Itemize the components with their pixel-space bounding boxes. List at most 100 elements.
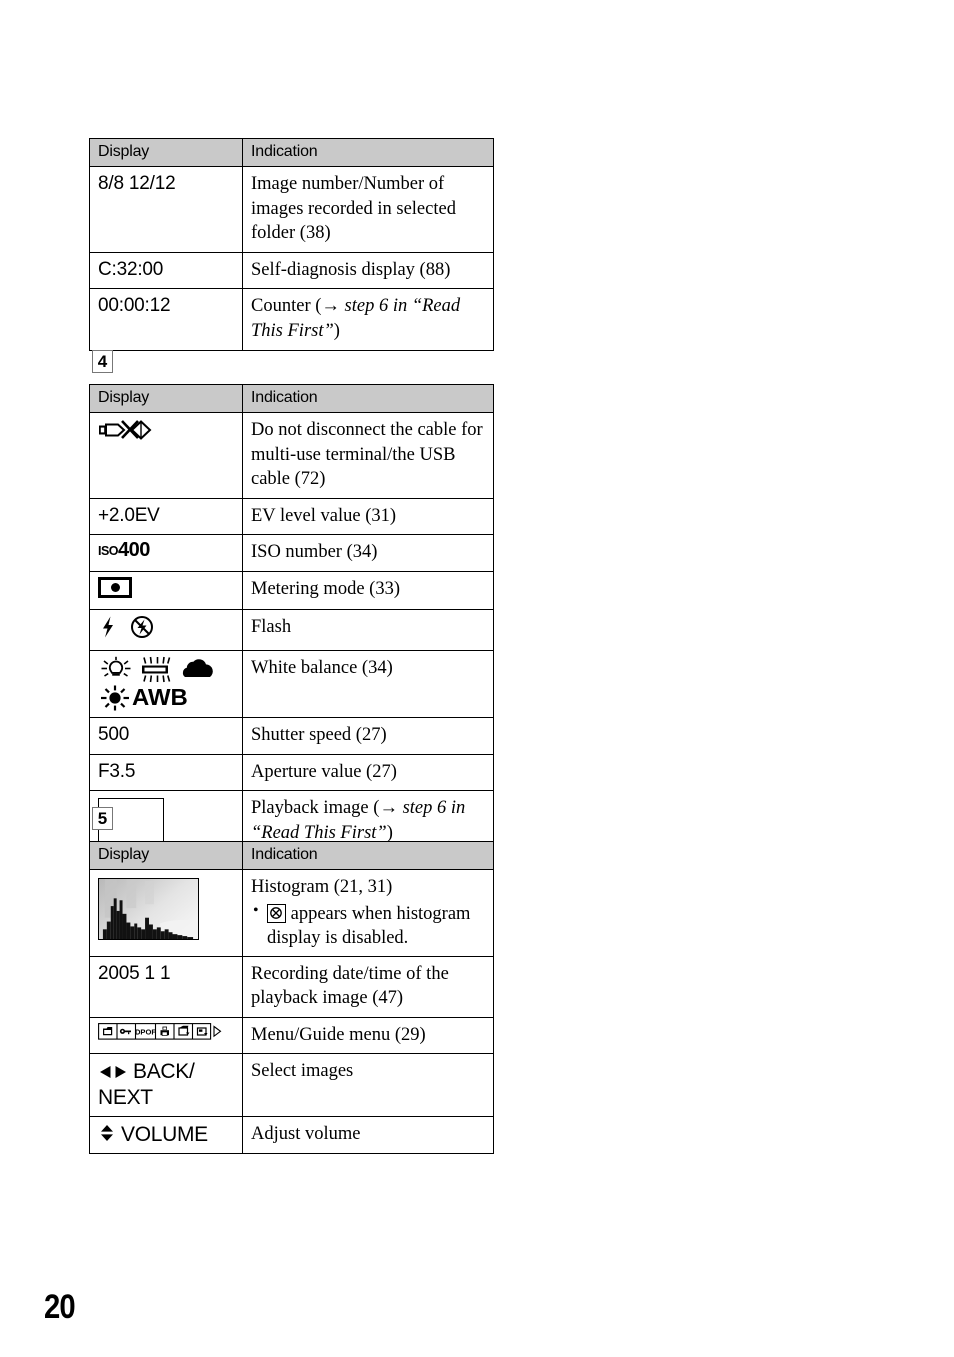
indication-shutter-speed: Shutter speed (27) bbox=[242, 716, 494, 755]
table-row: Flash bbox=[89, 608, 494, 651]
flash-icons bbox=[103, 615, 153, 638]
display-value-counter: 00:00:12 bbox=[89, 288, 243, 351]
table-row: 2005 1 1 Recording date/time of the play… bbox=[89, 955, 494, 1018]
display-value-recording-date: 2005 1 1 bbox=[89, 955, 243, 1018]
display-value-self-diagnosis: C:32:00 bbox=[89, 251, 243, 290]
table-row: AWB White balance (34) bbox=[89, 649, 494, 718]
indication-menu-guide: Menu/Guide menu (29) bbox=[242, 1016, 494, 1055]
flash-on-icon bbox=[103, 616, 113, 638]
iso-value-label: 400 bbox=[118, 539, 150, 562]
histogram-disabled-icon bbox=[267, 903, 286, 923]
table-row: BACK/ NEXT Select images bbox=[89, 1053, 494, 1117]
table-row: VOLUME Adjust volume bbox=[89, 1115, 494, 1155]
fluorescent-icon bbox=[142, 656, 171, 683]
column-header-display: Display bbox=[89, 384, 243, 413]
indication-counter-post: ) bbox=[333, 320, 340, 341]
table-row: Histogram (21, 31) appears when histogra… bbox=[89, 869, 494, 957]
histogram-disabled-note: appears when histogram display is disabl… bbox=[267, 903, 471, 948]
indication-ev-level: EV level value (31) bbox=[242, 497, 494, 536]
table-row: Do not disconnect the cable for multi-us… bbox=[89, 412, 494, 499]
white-balance-row-2: AWB bbox=[98, 685, 234, 711]
metering-mode-icon bbox=[98, 576, 132, 598]
table-row: 8/8 12/12 Image number/Number of images … bbox=[89, 166, 494, 253]
trim-icon bbox=[196, 1027, 208, 1036]
indication-iso-number: ISO number (34) bbox=[242, 534, 494, 572]
indication-select-images: Select images bbox=[242, 1053, 494, 1117]
cloudy-icon bbox=[182, 659, 213, 677]
iso-indicator: ISO400 bbox=[98, 540, 150, 560]
display-icon-cell-histogram bbox=[89, 869, 243, 957]
table-row: C:32:00 Self-diagnosis display (88) bbox=[89, 251, 494, 290]
indication-histogram: Histogram (21, 31) appears when histogra… bbox=[242, 869, 494, 957]
indication-aperture-value: Aperture value (27) bbox=[242, 753, 494, 792]
chevron-right-icon bbox=[213, 1025, 222, 1038]
table-row: +2.0EV EV level value (31) bbox=[89, 497, 494, 536]
section-marker-5: 5 bbox=[92, 807, 113, 830]
display-value-shutter-speed: 500 bbox=[89, 716, 243, 755]
indication-flash: Flash bbox=[242, 608, 494, 651]
iso-prefix-label: ISO bbox=[98, 544, 119, 559]
column-header-indication: Indication bbox=[242, 384, 494, 413]
display-value-aperture: F3.5 bbox=[89, 753, 243, 792]
column-header-display: Display bbox=[89, 138, 243, 167]
table-row: 500 Shutter speed (27) bbox=[89, 716, 494, 755]
display-icon-cell-menu-strip: DPOF bbox=[89, 1016, 243, 1055]
right-arrow-icon: → bbox=[379, 798, 398, 819]
table-header-row: Display Indication bbox=[89, 841, 494, 870]
indication-counter-pre: Counter ( bbox=[251, 296, 322, 317]
volume-line: VOLUME bbox=[98, 1122, 234, 1147]
list-item: appears when histogram display is disabl… bbox=[251, 901, 485, 950]
indication-playback-post: ) bbox=[386, 822, 393, 843]
display-keys-cell-volume: VOLUME bbox=[89, 1115, 243, 1155]
display-value-ev: +2.0EV bbox=[89, 497, 243, 536]
menu-guide-strip-icon: DPOF bbox=[98, 1022, 222, 1040]
page-number: 20 bbox=[44, 1288, 76, 1326]
column-header-indication: Indication bbox=[242, 841, 494, 870]
document-page: Display Indication 8/8 12/12 Image numbe… bbox=[0, 0, 954, 1357]
table-header-row: Display Indication bbox=[89, 384, 494, 413]
section-marker-4: 4 bbox=[92, 350, 113, 373]
indication-white-balance: White balance (34) bbox=[242, 649, 494, 718]
table-row: DPOF Menu/Guide menu (29) bbox=[89, 1016, 494, 1055]
table-row: F3.5 Aperture value (27) bbox=[89, 753, 494, 792]
indicator-table-section-3: Display Indication 8/8 12/12 Image numbe… bbox=[89, 138, 494, 351]
table-header-row: Display Indication bbox=[89, 138, 494, 167]
display-value-iso-cell: ISO400 bbox=[89, 534, 243, 572]
white-balance-icons bbox=[101, 656, 213, 683]
usb-do-not-disconnect-icon bbox=[99, 420, 152, 440]
display-icon-cell-flash bbox=[89, 608, 243, 651]
right-arrow-icon: → bbox=[321, 296, 340, 317]
indication-self-diagnosis: Self-diagnosis display (88) bbox=[242, 251, 494, 290]
table-row: Metering mode (33) bbox=[89, 570, 494, 610]
indication-image-number: Image number/Number of images recorded i… bbox=[242, 166, 494, 253]
display-icon-cell-metering bbox=[89, 570, 243, 610]
indicator-table-section-4: Display Indication Do not disconnect the… bbox=[89, 384, 494, 857]
display-keys-cell-back-next: BACK/ NEXT bbox=[89, 1053, 243, 1117]
indication-histogram-notes: appears when histogram display is disabl… bbox=[251, 901, 485, 950]
indication-playback-pre: Playback image ( bbox=[251, 798, 380, 819]
incandescent-icon bbox=[101, 656, 131, 677]
indication-metering-mode: Metering mode (33) bbox=[242, 570, 494, 610]
histogram-thumbnail-icon bbox=[98, 878, 199, 940]
up-down-arrows-icon bbox=[101, 1124, 113, 1141]
display-icon-cell-usb bbox=[89, 412, 243, 499]
table-row: ISO400 ISO number (34) bbox=[89, 534, 494, 572]
column-header-indication: Indication bbox=[242, 138, 494, 167]
indicator-table-section-5: Display Indication Histogram (21, 31) • … bbox=[89, 841, 494, 1155]
awb-label: AWB bbox=[132, 684, 188, 711]
indication-usb-cable: Do not disconnect the cable for multi-us… bbox=[242, 412, 494, 499]
indication-histogram-main: Histogram (21, 31) bbox=[251, 877, 393, 897]
back-next-line-2: NEXT bbox=[98, 1085, 153, 1109]
column-header-display: Display bbox=[89, 841, 243, 870]
table-row: 00:00:12 Counter (→ step 6 in “Read This… bbox=[89, 288, 494, 351]
display-icon-cell-white-balance: AWB bbox=[89, 649, 243, 718]
back-next-label-1: BACK/ bbox=[133, 1060, 195, 1084]
volume-label: VOLUME bbox=[121, 1122, 208, 1146]
dpof-label: DPOF bbox=[135, 1027, 156, 1036]
left-right-arrows-icon bbox=[100, 1066, 126, 1079]
back-next-line-1: BACK/ bbox=[98, 1059, 234, 1084]
daylight-icon bbox=[101, 685, 129, 711]
indication-recording-date: Recording date/time of the playback imag… bbox=[242, 955, 494, 1018]
indication-counter: Counter (→ step 6 in “Read This First”) bbox=[242, 288, 494, 351]
display-value-image-number: 8/8 12/12 bbox=[89, 166, 243, 253]
